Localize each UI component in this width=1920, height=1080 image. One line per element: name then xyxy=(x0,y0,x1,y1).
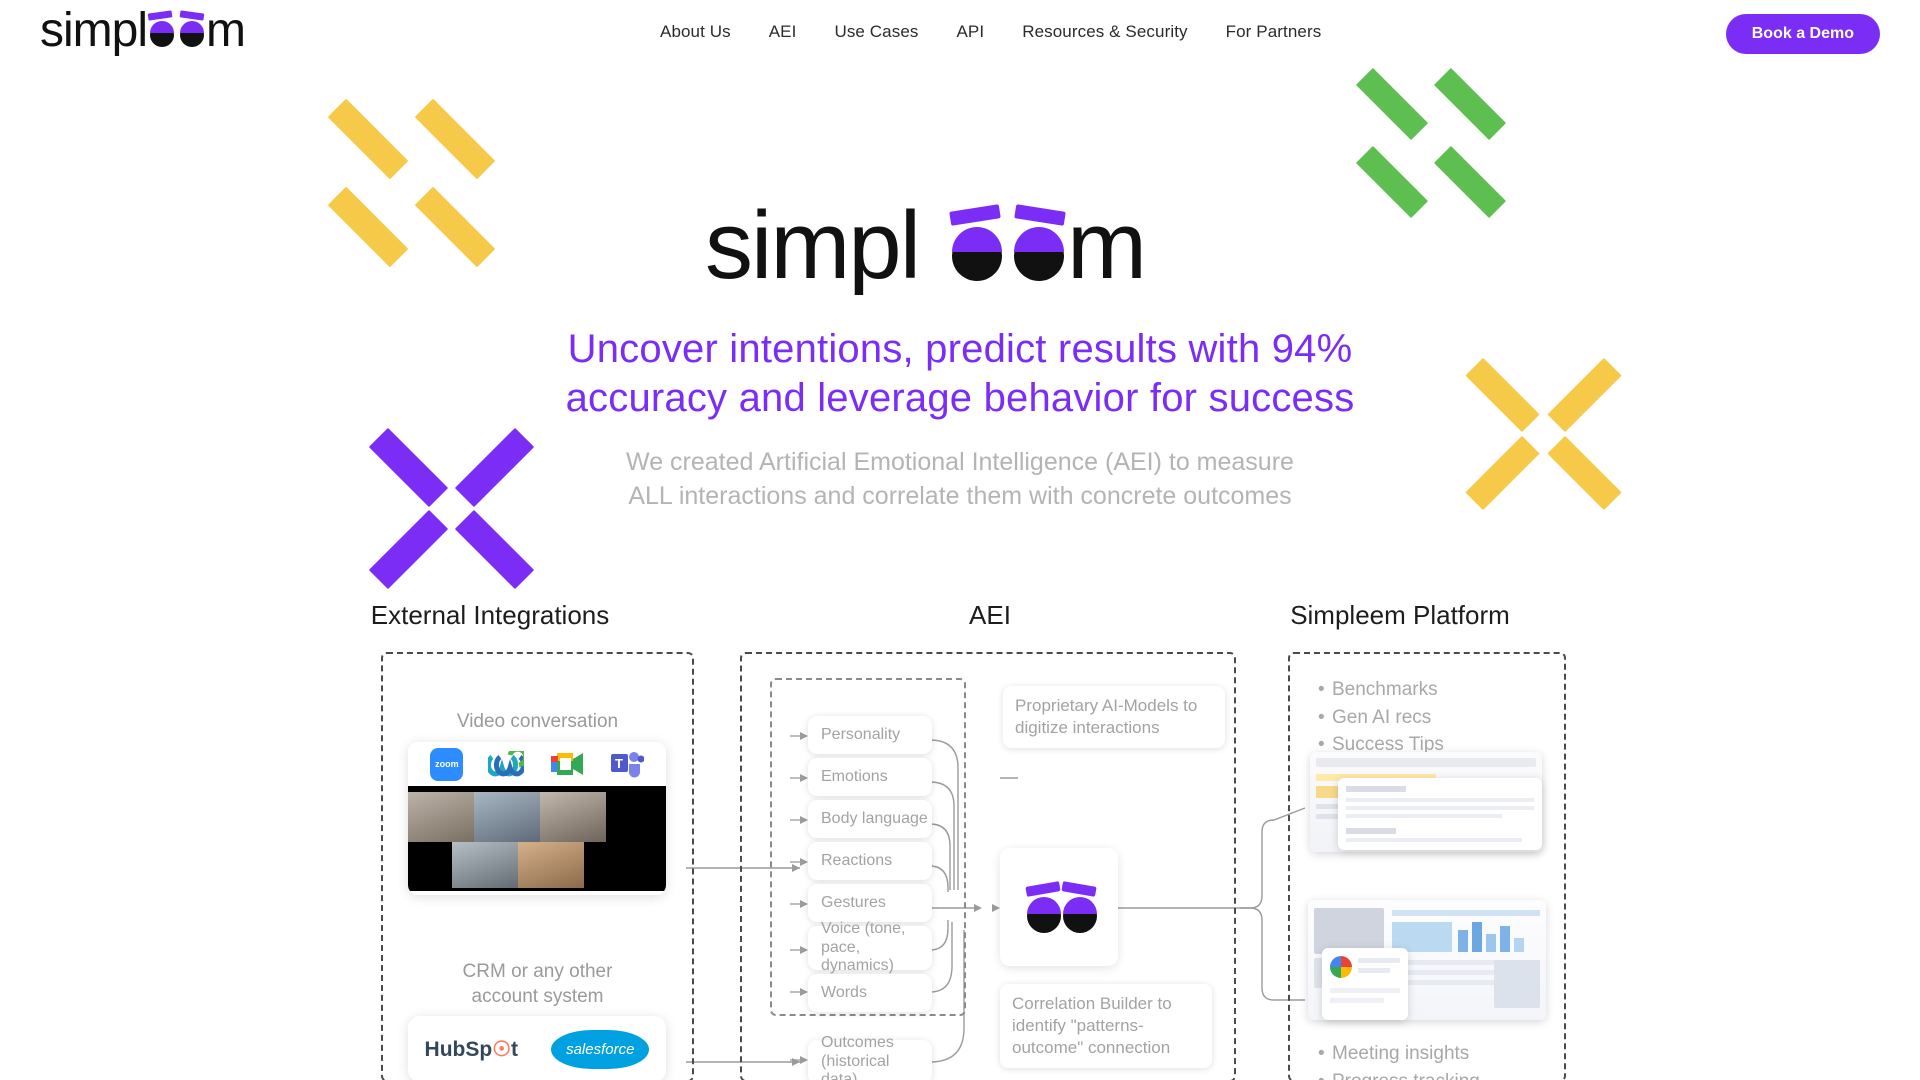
google-meet-icon xyxy=(549,750,585,778)
simpleem-logo[interactable]: simpl m xyxy=(40,4,282,56)
svg-text:m: m xyxy=(1067,200,1147,295)
signal-label: Outcomes (historical data) xyxy=(821,1034,894,1080)
main-nav: About Us AEI Use Cases API Resources & S… xyxy=(660,22,1321,42)
crm-label-line-2: account system xyxy=(471,985,604,1007)
zoom-icon: zoom xyxy=(430,747,464,781)
signal-label: Body language xyxy=(821,809,928,827)
signal-label: Personality xyxy=(821,725,901,743)
video-tile xyxy=(452,842,518,888)
book-a-demo-button[interactable]: Book a Demo xyxy=(1725,14,1880,54)
salesforce-icon: salesforce xyxy=(551,1029,650,1069)
note-correlation-builder: Correlation Builder to identify "pattern… xyxy=(1000,984,1212,1069)
signal-label: Gestures xyxy=(821,893,886,911)
nav-item-api[interactable]: API xyxy=(956,22,984,42)
svg-text:m: m xyxy=(206,4,246,56)
microsoft-teams-icon: T xyxy=(610,750,645,778)
bullet-item: • Gen AI recs xyxy=(1318,704,1444,732)
signal-label: Reactions xyxy=(821,851,893,869)
note-proprietary-ai-models: Proprietary AI-Models to digitize intera… xyxy=(1003,686,1225,749)
bullet-item: • Meeting insights xyxy=(1318,1040,1480,1068)
hero-headline-line-1: Uncover intentions, predict results with… xyxy=(567,327,1353,371)
video-participant-grid xyxy=(408,786,666,891)
hero-subtext-line-2: ALL interactions and correlate them with… xyxy=(628,482,1292,511)
bullet-dot-icon: • xyxy=(1318,1068,1332,1080)
site-header: simpl m About Us AEI Use Cases API Resou… xyxy=(0,0,1920,68)
architecture-diagram: External Integrations AEI Simpleem Platf… xyxy=(0,600,1920,1080)
nav-item-about-us[interactable]: About Us xyxy=(660,22,731,42)
svg-text:simpl: simpl xyxy=(40,4,147,56)
video-tile xyxy=(540,792,606,842)
hubspot-icon: HubSp☉t xyxy=(424,1037,519,1061)
video-brand-row: zoom T xyxy=(408,742,666,786)
crm-label: CRM or any other account system xyxy=(381,960,694,1009)
hero-headline: Uncover intentions, predict results with… xyxy=(0,325,1920,423)
hero-subtext-line-1: We created Artificial Emotional Intellig… xyxy=(626,447,1294,476)
signal-pill-personality: Personality xyxy=(808,716,932,754)
aei-hub-logo-card xyxy=(1000,848,1118,966)
signal-pill-gestures: Gestures xyxy=(808,884,932,922)
crm-label-line-1: CRM or any other xyxy=(462,961,613,982)
platform-bullets-top: • Benchmarks • Gen AI recs • Success Tips xyxy=(1318,676,1444,759)
signal-pill-outcomes: Outcomes (historical data) xyxy=(808,1034,932,1080)
signal-label: Words xyxy=(821,983,867,1001)
platform-bullets-bottom: •Meeting insights •Progress tracking xyxy=(1318,1040,1480,1080)
hero-subtext: We created Artificial Emotional Intellig… xyxy=(0,445,1920,514)
crm-brand-card: HubSp☉t salesforce xyxy=(408,1016,666,1080)
platform-screenshot-tips xyxy=(1338,778,1542,850)
nav-item-aei[interactable]: AEI xyxy=(769,22,797,42)
signal-pill-words: Words xyxy=(808,974,932,1012)
video-conversation-card: zoom T xyxy=(408,742,666,895)
signal-pill-reactions: Reactions xyxy=(808,842,932,880)
signal-pill-emotions: Emotions xyxy=(808,758,932,796)
video-tile xyxy=(518,842,584,888)
bullet-dot-icon: • xyxy=(1318,706,1325,728)
bullet-dot-icon: • xyxy=(1318,1043,1325,1064)
hero-wordmark: simpl m xyxy=(705,200,1147,295)
bullet-dot-icon: • xyxy=(1318,679,1325,700)
signal-label: Emotions xyxy=(821,767,888,785)
nav-item-for-partners[interactable]: For Partners xyxy=(1226,22,1322,42)
deco-green-top-right xyxy=(1355,65,1513,219)
column-title-external-integrations: External Integrations xyxy=(370,600,610,630)
signal-pill-voice: Voice (tone, pace, dynamics) xyxy=(808,920,932,974)
svg-text:T: T xyxy=(615,756,623,771)
nav-item-resources-security[interactable]: Resources & Security xyxy=(1022,22,1187,42)
column-title-aei: AEI xyxy=(969,600,1011,630)
nav-item-use-cases[interactable]: Use Cases xyxy=(834,22,918,42)
video-conversation-label: Video conversation xyxy=(456,711,619,732)
simpleem-eyes-icon xyxy=(1025,881,1097,933)
video-tile xyxy=(474,792,540,842)
video-tile xyxy=(408,792,474,842)
signal-label: Voice (tone, pace, dynamics) xyxy=(821,920,906,975)
column-title-simpleem-platform: Simpleem Platform xyxy=(1290,600,1510,630)
webex-icon xyxy=(486,746,529,777)
hero-headline-line-2: accuracy and leverage behavior for succe… xyxy=(565,375,1355,420)
svg-text:simpl: simpl xyxy=(705,200,919,295)
signal-pill-body-language: Body language xyxy=(808,800,932,838)
landing-page: simpl m About Us AEI Use Cases API Resou… xyxy=(0,0,1920,1080)
bullet-item: • Benchmarks xyxy=(1318,676,1444,704)
platform-screenshot-profile xyxy=(1322,948,1408,1020)
bullet-item: •Progress tracking xyxy=(1318,1068,1480,1080)
hero-section: simpl m Uncover intentions, predict resu… xyxy=(0,200,1920,514)
